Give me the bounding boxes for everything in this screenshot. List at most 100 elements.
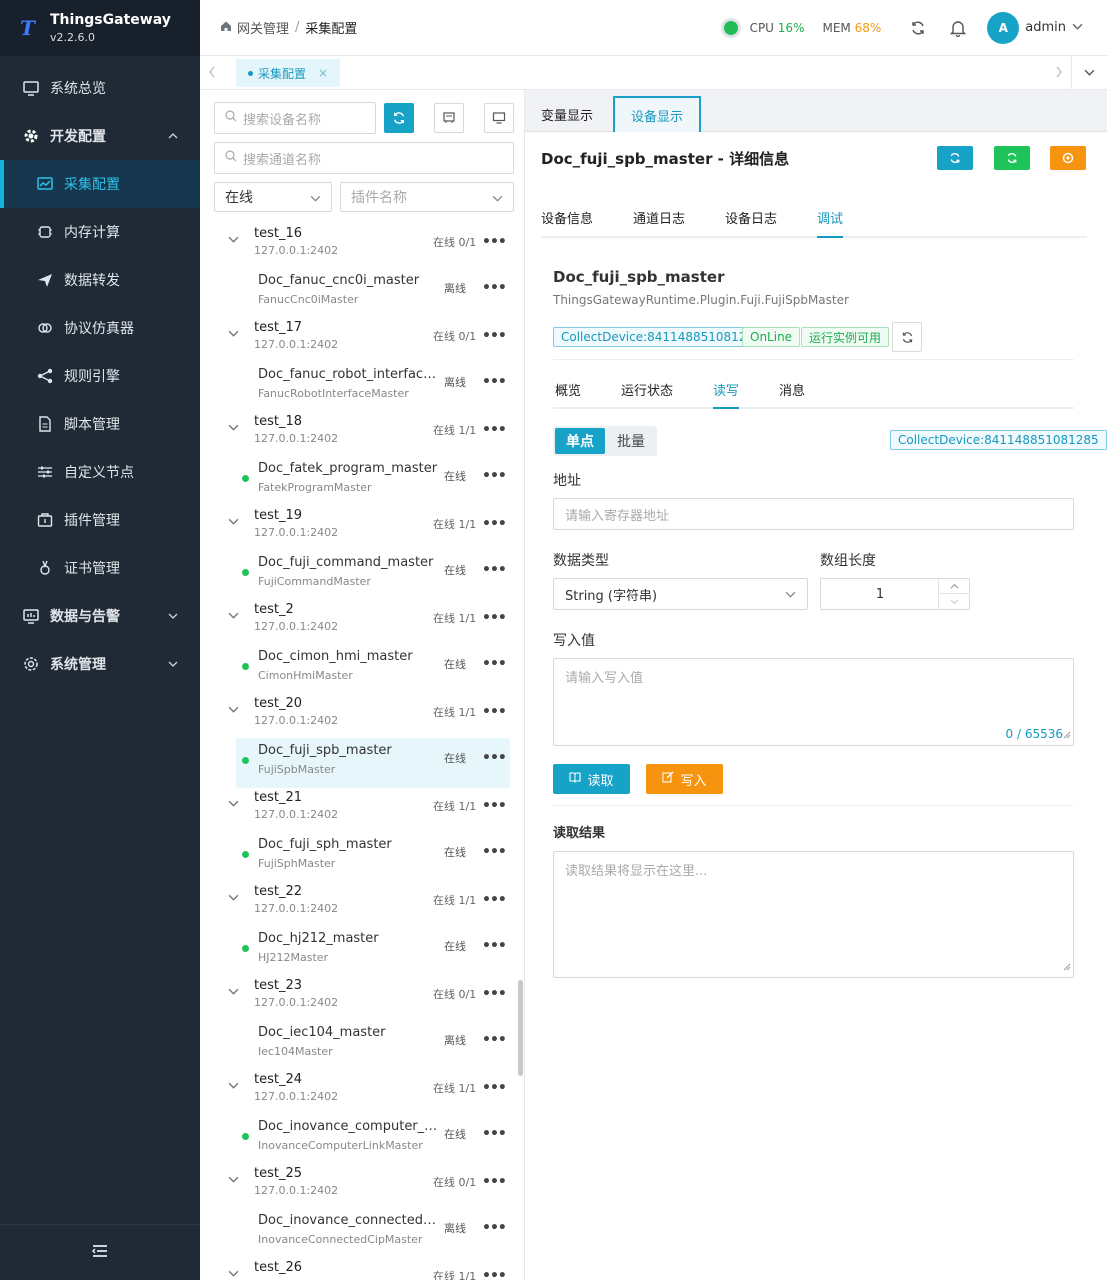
tree-scrollbar[interactable] (516, 224, 524, 1280)
resize-grip-icon[interactable] (1063, 728, 1071, 743)
channel-node[interactable]: test_2 127.0.0.1:2402 在线 1/1 ••• (200, 600, 518, 644)
chevron-down-icon[interactable] (228, 516, 239, 531)
chevron-down-icon[interactable] (228, 422, 239, 437)
read-result-output[interactable]: 读取结果将显示在这里... (553, 851, 1074, 978)
read-button[interactable]: 读取 (553, 764, 630, 794)
device-node[interactable]: Doc_inovance_connected_cip_master Inovanc… (200, 1208, 518, 1258)
plugin-filter-select[interactable]: 插件名称 (340, 182, 514, 212)
sidebar-item-cert-mgmt[interactable]: 证书管理 (0, 544, 200, 592)
restart-button[interactable] (994, 146, 1030, 170)
channel-node[interactable]: test_26 在线 1/1 ••• (200, 1258, 518, 1280)
tree-scrollbar-thumb[interactable] (518, 980, 523, 1076)
more-icon[interactable]: ••• (482, 1268, 507, 1280)
refresh-status-button[interactable] (892, 322, 922, 352)
close-icon[interactable]: × (318, 66, 328, 80)
more-icon[interactable]: ••• (482, 986, 507, 1002)
sidebar-item-system-mgmt[interactable]: 系统管理 (0, 640, 200, 688)
channel-node[interactable]: test_18 127.0.0.1:2402 在线 1/1 ••• (200, 412, 518, 456)
refresh-tree-button[interactable] (384, 103, 414, 133)
more-icon[interactable]: ••• (482, 610, 507, 626)
sidebar-item-collect-config[interactable]: 采集配置 (0, 160, 200, 208)
device-node[interactable]: Doc_iec104_master Iec104Master 离线 ••• (200, 1020, 518, 1070)
channel-node[interactable]: test_24 127.0.0.1:2402 在线 1/1 ••• (200, 1070, 518, 1114)
decrement-button[interactable] (939, 594, 970, 609)
chevron-down-icon[interactable] (1072, 21, 1083, 35)
tab-channel-log[interactable]: 通道日志 (633, 208, 685, 238)
tab-device-view[interactable]: 设备显示 (613, 96, 702, 132)
more-icon[interactable]: ••• (482, 1126, 507, 1142)
channel-node[interactable]: test_17 127.0.0.1:2402 在线 0/1 ••• (200, 318, 518, 362)
more-icon[interactable]: ••• (482, 422, 507, 438)
channel-node[interactable]: test_25 127.0.0.1:2402 在线 0/1 ••• (200, 1164, 518, 1208)
device-node[interactable]: Doc_cimon_hmi_master CimonHmiMaster 在线 ••• (200, 644, 518, 694)
monitor-view-button[interactable] (484, 103, 514, 133)
chevron-down-icon[interactable] (228, 1268, 239, 1280)
device-node[interactable]: Doc_fatek_program_master FatekProgramMast… (200, 456, 518, 506)
write-button[interactable]: 写入 (646, 764, 723, 794)
write-value-input[interactable]: 请输入写入值 0 / 65536 (553, 658, 1074, 746)
pause-button[interactable] (1050, 146, 1086, 170)
increment-button[interactable] (939, 579, 970, 594)
more-icon[interactable]: ••• (482, 892, 507, 908)
more-icon[interactable]: ••• (482, 562, 507, 578)
tab-messages[interactable]: 消息 (779, 380, 805, 409)
tabs-dropdown-button[interactable] (1071, 56, 1107, 89)
tab-run-status[interactable]: 运行状态 (621, 380, 673, 409)
tab-device-log[interactable]: 设备日志 (725, 208, 777, 238)
address-input[interactable]: 请输入寄存器地址 (553, 498, 1074, 530)
chevron-down-icon[interactable] (228, 704, 239, 719)
channel-node[interactable]: test_16 127.0.0.1:2402 在线 0/1 ••• (200, 224, 518, 268)
array-length-stepper[interactable]: 1 (820, 578, 970, 610)
device-node[interactable]: Doc_fanuc_cnc0i_master FanucCnc0iMaster 离线… (200, 268, 518, 318)
sidebar-item-script-mgmt[interactable]: 脚本管理 (0, 400, 200, 448)
device-node[interactable]: Doc_fuji_command_master FujiCommandMaster… (200, 550, 518, 600)
device-node[interactable]: Doc_hj212_master HJ212Master 在线 ••• (200, 926, 518, 976)
channel-node[interactable]: test_22 127.0.0.1:2402 在线 1/1 ••• (200, 882, 518, 926)
device-node[interactable]: Doc_fuji_spb_master FujiSpbMaster 在线 ••• (236, 738, 510, 788)
tab-device-info[interactable]: 设备信息 (541, 208, 593, 238)
device-search-input[interactable]: 搜索设备名称 (214, 102, 376, 134)
more-icon[interactable]: ••• (482, 750, 507, 766)
more-icon[interactable]: ••• (482, 1032, 507, 1048)
sidebar-item-data-forward[interactable]: 数据转发 (0, 256, 200, 304)
more-icon[interactable]: ••• (482, 234, 507, 250)
more-icon[interactable]: ••• (482, 938, 507, 954)
chevron-down-icon[interactable] (228, 1080, 239, 1095)
more-icon[interactable]: ••• (482, 1174, 507, 1190)
tabs-scroll-right-icon[interactable] (1055, 66, 1063, 82)
more-icon[interactable]: ••• (482, 1220, 507, 1236)
sidebar-item-custom-node[interactable]: 自定义节点 (0, 448, 200, 496)
tabs-scroll-left-icon[interactable] (208, 66, 216, 82)
device-node[interactable]: Doc_fanuc_robot_interface_master FanucRob… (200, 362, 518, 412)
more-icon[interactable]: ••• (482, 798, 507, 814)
sidebar-item-data-alarm[interactable]: 数据与告警 (0, 592, 200, 640)
collapse-sidebar-button[interactable] (0, 1224, 200, 1280)
chevron-down-icon[interactable] (228, 234, 239, 249)
chevron-down-icon[interactable] (228, 986, 239, 1001)
plc-view-button[interactable] (434, 103, 464, 133)
tab-debug[interactable]: 调试 (817, 208, 844, 238)
bell-icon[interactable] (947, 17, 969, 39)
device-node[interactable]: Doc_inovance_computer_link_master Inovanc… (200, 1114, 518, 1164)
status-filter-select[interactable]: 在线 (214, 182, 332, 212)
more-icon[interactable]: ••• (482, 704, 507, 720)
chevron-down-icon[interactable] (228, 1174, 239, 1189)
sidebar-item-dev-config[interactable]: 开发配置 (0, 112, 200, 160)
tab-collect-config[interactable]: 采集配置 × (236, 59, 341, 87)
sidebar-item-overview[interactable]: 系统总览 (0, 64, 200, 112)
chevron-down-icon[interactable] (228, 892, 239, 907)
tab-overview[interactable]: 概览 (555, 380, 581, 409)
chevron-down-icon[interactable] (228, 798, 239, 813)
more-icon[interactable]: ••• (482, 656, 507, 672)
datatype-select[interactable]: String (字符串) (553, 578, 808, 610)
more-icon[interactable]: ••• (482, 280, 507, 296)
chevron-down-icon[interactable] (228, 610, 239, 625)
more-icon[interactable]: ••• (482, 844, 507, 860)
channel-node[interactable]: test_23 127.0.0.1:2402 在线 0/1 ••• (200, 976, 518, 1020)
channel-search-input[interactable]: 搜索通道名称 (214, 142, 514, 174)
more-icon[interactable]: ••• (482, 328, 507, 344)
refresh-button[interactable] (937, 146, 973, 170)
username[interactable]: admin (1025, 20, 1066, 35)
channel-node[interactable]: test_21 127.0.0.1:2402 在线 1/1 ••• (200, 788, 518, 832)
channel-node[interactable]: test_19 127.0.0.1:2402 在线 1/1 ••• (200, 506, 518, 550)
